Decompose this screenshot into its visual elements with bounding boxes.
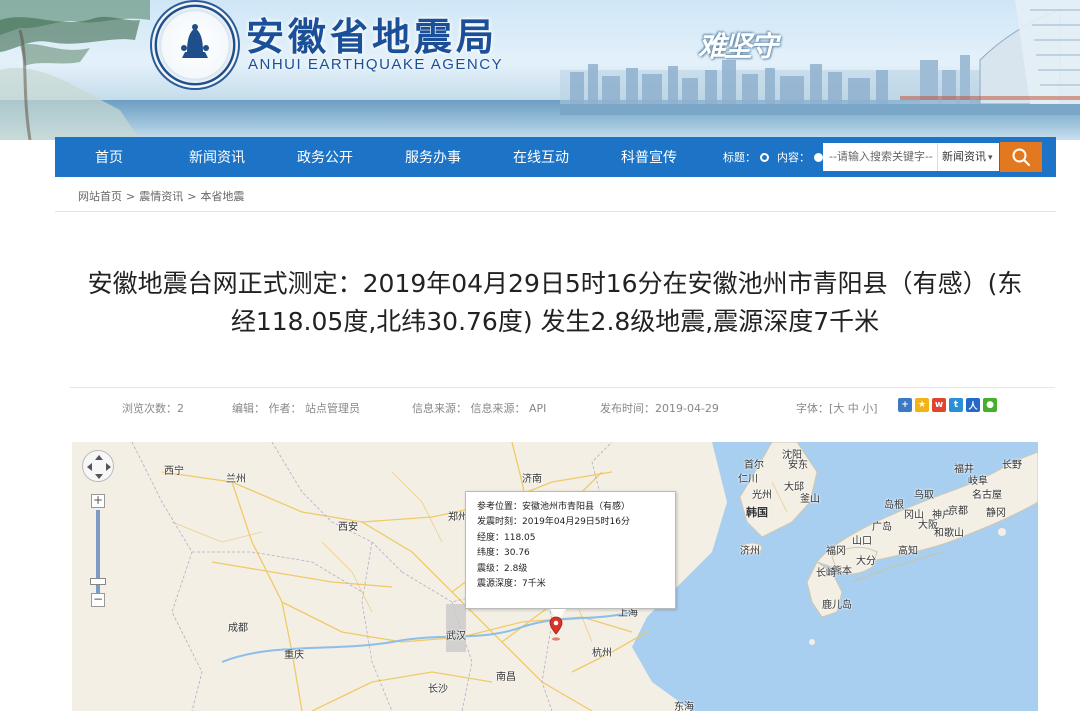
- map-label-chongqing: 重庆: [284, 650, 304, 661]
- article-title-line-2: 经118.05度,北纬30.76度) 发生2.8级地震,震源深度7千米: [230, 307, 880, 336]
- map-label-korea: 韩国: [746, 506, 768, 519]
- nav-item-online-interaction[interactable]: 在线互动: [487, 147, 595, 167]
- map-label-busan: 釜山: [800, 494, 820, 505]
- map-label-fukui: 福井: [954, 464, 974, 475]
- city-skyline-illustration: [560, 0, 1080, 115]
- map-label-chengdu: 成都: [228, 623, 248, 634]
- main-navigation: 首页 新闻资讯 政务公开 服务办事 在线互动 科普宣传 标题： 内容： --请输…: [55, 137, 1056, 177]
- share-qzone-icon[interactable]: ★: [915, 398, 929, 412]
- popup-location: 参考位置：安徽池州市青阳县（有感）: [477, 502, 631, 512]
- map-label-seoul: 首尔: [744, 460, 764, 471]
- chevron-down-icon: ▾: [988, 153, 993, 163]
- map-label-kagoshima: 鹿儿岛: [822, 600, 852, 611]
- map-label-east-sea: 东海: [674, 702, 694, 711]
- share-tencent-weibo-icon[interactable]: t: [949, 398, 963, 412]
- map-label-andong: 安东: [788, 460, 808, 471]
- pine-tree-illustration: [0, 0, 150, 140]
- map-label-incheon: 仁川: [738, 474, 758, 485]
- agency-emblem-logo[interactable]: [150, 0, 240, 90]
- map-label-xining: 西宁: [164, 466, 184, 477]
- share-plus-icon[interactable]: +: [898, 398, 912, 412]
- article-title-line-1: 安徽地震台网正式测定：2019年04月29日5时16分在安徽池州市青阳县（有感）…: [87, 269, 1023, 298]
- map-label-nanchang: 南昌: [496, 672, 516, 683]
- radio-content[interactable]: [814, 152, 823, 162]
- zoom-out-button[interactable]: −: [91, 593, 105, 607]
- popup-magnitude: 震级：2.8级: [477, 563, 528, 574]
- map-label-yamaguchi: 山口: [852, 536, 872, 547]
- banner-slogan: 难坚守: [698, 30, 778, 63]
- meta-date: 发布时间：2019-04-29: [600, 402, 719, 415]
- search-category-select[interactable]: 新闻资讯 ▾: [937, 143, 999, 171]
- map-label-nagoya: 名古屋: [972, 490, 1002, 501]
- map-label-changsha: 长沙: [428, 684, 448, 695]
- breadcrumb-home[interactable]: 网站首页: [78, 190, 122, 203]
- radio-title[interactable]: [760, 152, 769, 162]
- map-label-jinan: 济南: [522, 474, 542, 485]
- map-label-kyoto: 京都: [948, 506, 968, 517]
- radio-title-label: 标题：: [723, 151, 756, 164]
- map-label-oita: 大分: [856, 556, 876, 567]
- font-size-switcher[interactable]: 字体：[大 中 小]: [796, 400, 878, 416]
- map-zoom-control: + −: [82, 450, 116, 615]
- map-label-tottori: 鸟取: [914, 490, 934, 501]
- map-label-hangzhou: 杭州: [592, 648, 612, 659]
- share-wechat-icon[interactable]: ●: [983, 398, 997, 412]
- emblem-seismograph-icon: [181, 24, 209, 58]
- search-category-value: 新闻资讯: [942, 150, 986, 163]
- breadcrumb-current[interactable]: 本省地震: [200, 190, 244, 203]
- map-label-lanzhou: 兰州: [226, 474, 246, 485]
- map-label-wakayama: 和歌山: [934, 528, 964, 539]
- meta-editor: 编辑： 作者： 站点管理员: [232, 402, 360, 415]
- share-weibo-icon[interactable]: w: [932, 398, 946, 412]
- site-title[interactable]: 安徽省地震局: [246, 6, 498, 61]
- breadcrumb-divider: [55, 211, 1056, 212]
- zoom-in-button[interactable]: +: [91, 494, 105, 508]
- popup-depth: 震源深度：7千米: [477, 579, 546, 590]
- search-icon: [1012, 148, 1031, 167]
- nav-item-science-popularization[interactable]: 科普宣传: [595, 147, 703, 167]
- meta-divider: [70, 387, 1055, 388]
- site-banner: 安徽省地震局 ANHUI EARTHQUAKE AGENCY 难坚守: [0, 0, 1080, 140]
- share-renren-icon[interactable]: 人: [966, 398, 980, 412]
- article-title: 安徽地震台网正式测定：2019年04月29日5时16分在安徽池州市青阳县（有感）…: [60, 265, 1050, 341]
- map-label-shizuoka: 静冈: [986, 508, 1006, 519]
- map-label-fukuoka: 福冈: [826, 546, 846, 557]
- search-input[interactable]: --请输入搜索关键字--: [823, 143, 937, 171]
- nav-item-government-affairs[interactable]: 政务公开: [271, 147, 379, 167]
- map-label-xian: 西安: [338, 522, 358, 533]
- pan-arrows-icon: [87, 455, 111, 479]
- map-label-shimane: 岛根: [884, 500, 904, 511]
- popup-longitude: 经度：118.05: [477, 532, 536, 543]
- breadcrumb-separator: >: [187, 190, 197, 203]
- site-subtitle: ANHUI EARTHQUAKE AGENCY: [248, 56, 504, 73]
- map-label-wuhan: 武汉: [446, 631, 466, 642]
- popup-latitude: 纬度：30.76: [477, 548, 530, 559]
- nav-item-home[interactable]: 首页: [55, 147, 163, 167]
- map-label-hiroshima: 广岛: [872, 522, 892, 533]
- meta-source: 信息来源： 信息来源： API: [412, 402, 547, 415]
- share-icons: + ★ w t 人 ●: [898, 398, 1000, 412]
- map-pan-control[interactable]: [82, 450, 114, 482]
- radio-content-label: 内容：: [777, 151, 810, 164]
- map-label-kochi: 高知: [898, 546, 918, 557]
- map-label-jeju: 济州: [740, 546, 760, 557]
- earthquake-location-map[interactable]: 西宁 兰州 西安 郑州 济南 成都 重庆 武汉 长沙 南昌 杭州 上海 沈阳 首…: [72, 442, 1038, 711]
- popup-time: 发震时刻：2019年04月29日5时16分: [477, 517, 630, 528]
- map-label-gwangju: 光州: [752, 490, 772, 501]
- meta-views: 浏览次数：2: [122, 402, 184, 415]
- epicenter-marker-icon[interactable]: [548, 616, 564, 642]
- nav-item-services[interactable]: 服务办事: [379, 147, 487, 167]
- earthquake-info-popup: 参考位置：安徽池州市青阳县（有感） 发震时刻：2019年04月29日5时16分 …: [465, 491, 676, 609]
- breadcrumb-separator: >: [126, 190, 136, 203]
- map-label-nagasaki: 长崎: [816, 568, 836, 579]
- breadcrumb-news[interactable]: 震情资讯: [139, 190, 183, 203]
- zoom-slider-handle[interactable]: [90, 578, 106, 585]
- map-label-nagano: 长野: [1002, 460, 1022, 471]
- breadcrumb: 网站首页 > 震情资讯 > 本省地震: [78, 188, 244, 204]
- search-button[interactable]: [1000, 142, 1042, 172]
- search-area: 标题： 内容： --请输入搜索关键字-- 新闻资讯 ▾: [723, 137, 1042, 177]
- nav-item-news[interactable]: 新闻资讯: [163, 147, 271, 167]
